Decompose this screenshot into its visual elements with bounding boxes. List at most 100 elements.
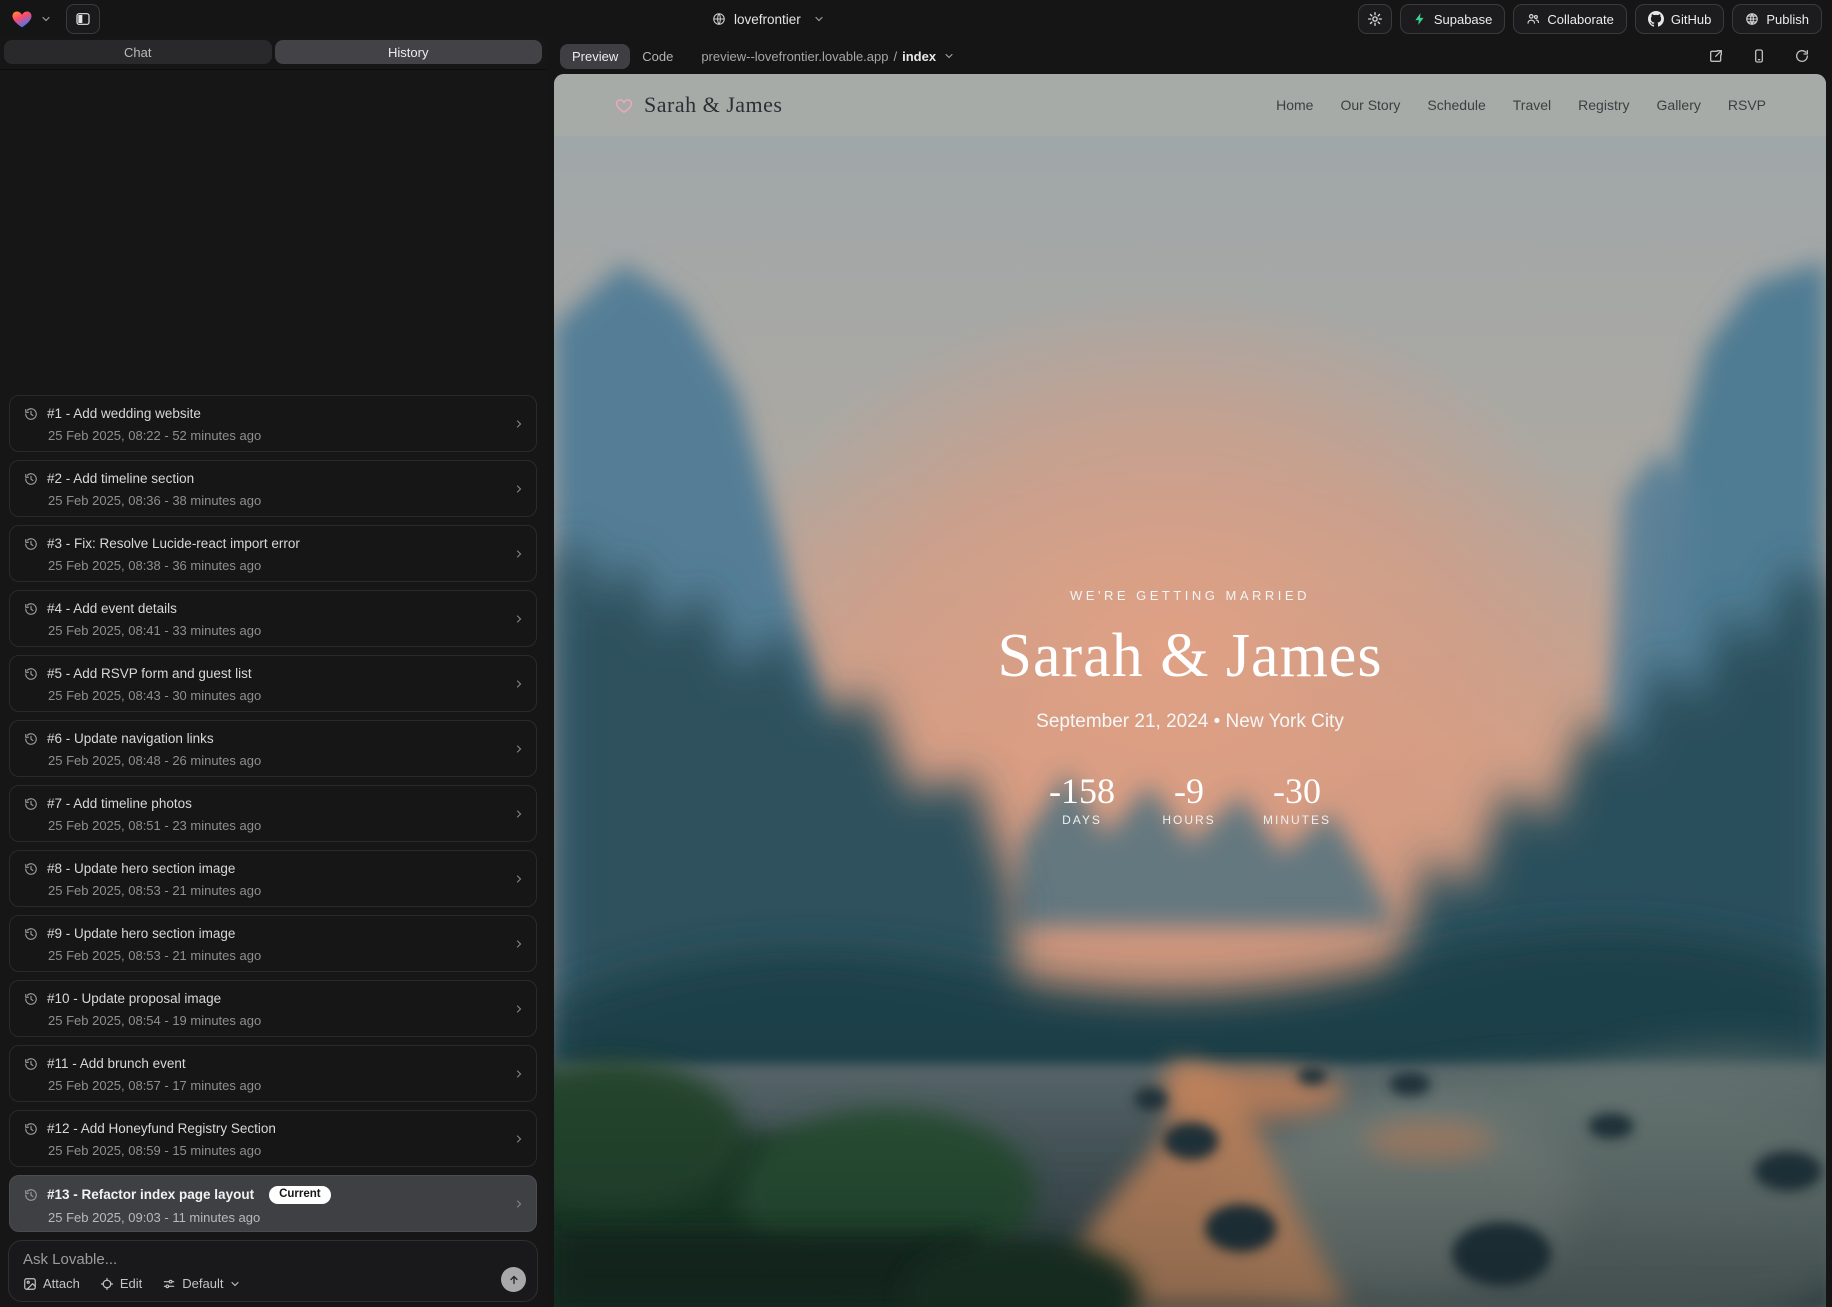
history-item-title: #1 - Add wedding website xyxy=(47,406,201,422)
chevron-right-icon xyxy=(513,483,525,495)
tab-preview[interactable]: Preview xyxy=(560,44,630,69)
chevron-right-icon xyxy=(513,808,525,820)
project-switcher[interactable]: lovefrontier xyxy=(712,0,825,38)
history-item-title: #6 - Update navigation links xyxy=(47,731,214,747)
chevron-right-icon xyxy=(513,418,525,430)
hero-title: Sarah & James xyxy=(554,625,1826,687)
history-item-timestamp: 25 Feb 2025, 08:48 - 26 minutes ago xyxy=(48,753,506,768)
mobile-icon[interactable] xyxy=(1751,48,1767,64)
external-link-icon[interactable] xyxy=(1708,48,1724,64)
url-separator: / xyxy=(893,49,897,64)
lovable-heart-icon[interactable] xyxy=(10,8,34,30)
settings-button[interactable] xyxy=(1358,4,1392,34)
supabase-button[interactable]: Supabase xyxy=(1400,4,1506,34)
history-icon xyxy=(24,537,38,551)
list-item[interactable]: #12 - Add Honeyfund Registry Section 25 … xyxy=(9,1110,537,1167)
ask-lovable-input[interactable] xyxy=(23,1251,473,1268)
history-item-title: #5 - Add RSVP form and guest list xyxy=(47,666,252,682)
history-item-timestamp: 25 Feb 2025, 08:53 - 21 minutes ago xyxy=(48,883,506,898)
attach-button[interactable]: Attach xyxy=(23,1276,80,1291)
tab-code[interactable]: Code xyxy=(630,44,685,69)
countdown-days-value: -158 xyxy=(1049,773,1115,809)
preview-frame: Sarah & James Home Our Story Schedule Tr… xyxy=(554,74,1826,1307)
publish-icon xyxy=(1745,12,1759,26)
refresh-icon[interactable] xyxy=(1794,48,1810,64)
history-icon xyxy=(24,472,38,486)
list-item[interactable]: #10 - Update proposal image 25 Feb 2025,… xyxy=(9,980,537,1037)
history-icon xyxy=(24,667,38,681)
nav-rsvp[interactable]: RSVP xyxy=(1728,97,1766,113)
history-item-title: #12 - Add Honeyfund Registry Section xyxy=(47,1121,276,1137)
supabase-icon xyxy=(1413,12,1427,26)
chat-history-panel: Chat History #1 - Add wedding website 25… xyxy=(0,38,546,1307)
github-button[interactable]: GitHub xyxy=(1635,4,1724,34)
nav-travel[interactable]: Travel xyxy=(1513,97,1551,113)
chevron-down-icon xyxy=(813,13,825,25)
history-icon xyxy=(24,407,38,421)
tab-history[interactable]: History xyxy=(275,40,543,64)
chevron-right-icon xyxy=(513,613,525,625)
tab-chat[interactable]: Chat xyxy=(4,40,272,64)
gear-icon xyxy=(1367,11,1383,27)
history-item-title: #11 - Add brunch event xyxy=(47,1056,186,1072)
chevron-right-icon xyxy=(513,548,525,560)
countdown-days: -158 DAYS xyxy=(1049,773,1115,827)
history-item-title: #9 - Update hero section image xyxy=(47,926,235,942)
list-item[interactable]: #1 - Add wedding website 25 Feb 2025, 08… xyxy=(9,395,537,452)
site-nav: Home Our Story Schedule Travel Registry … xyxy=(1276,97,1766,113)
publish-button[interactable]: Publish xyxy=(1732,4,1822,34)
list-item[interactable]: #6 - Update navigation links 25 Feb 2025… xyxy=(9,720,537,777)
preview-url[interactable]: preview--lovefrontier.lovable.app / inde… xyxy=(701,49,955,64)
hero-subtitle: September 21, 2024 • New York City xyxy=(554,711,1826,733)
mode-label: Default xyxy=(182,1276,223,1291)
countdown-hours-label: HOURS xyxy=(1157,813,1221,827)
list-item[interactable]: #11 - Add brunch event 25 Feb 2025, 08:5… xyxy=(9,1045,537,1102)
history-item-timestamp: 25 Feb 2025, 08:22 - 52 minutes ago xyxy=(48,428,506,443)
list-item[interactable]: #5 - Add RSVP form and guest list 25 Feb… xyxy=(9,655,537,712)
history-icon xyxy=(24,927,38,941)
nav-our-story[interactable]: Our Story xyxy=(1340,97,1400,113)
history-item-title: #4 - Add event details xyxy=(47,601,177,617)
history-item-timestamp: 25 Feb 2025, 08:57 - 17 minutes ago xyxy=(48,1078,506,1093)
nav-home[interactable]: Home xyxy=(1276,97,1313,113)
history-item-timestamp: 25 Feb 2025, 08:54 - 19 minutes ago xyxy=(48,1013,506,1028)
list-item[interactable]: #2 - Add timeline section 25 Feb 2025, 0… xyxy=(9,460,537,517)
list-item[interactable]: #3 - Fix: Resolve Lucide-react import er… xyxy=(9,525,537,582)
list-item-current[interactable]: #13 - Refactor index page layout Current… xyxy=(9,1175,537,1232)
nav-gallery[interactable]: Gallery xyxy=(1657,97,1701,113)
edit-button[interactable]: Edit xyxy=(100,1276,142,1291)
collaborate-button[interactable]: Collaborate xyxy=(1513,4,1627,34)
history-item-timestamp: 25 Feb 2025, 08:59 - 15 minutes ago xyxy=(48,1143,506,1158)
list-item[interactable]: #4 - Add event details 25 Feb 2025, 08:4… xyxy=(9,590,537,647)
chevron-down-icon xyxy=(943,50,955,62)
countdown-minutes-value: -30 xyxy=(1263,773,1331,809)
globe-icon xyxy=(712,12,726,26)
hero-section: WE'RE GETTING MARRIED Sarah & James Sept… xyxy=(554,136,1826,1307)
history-item-timestamp: 25 Feb 2025, 09:03 - 11 minutes ago xyxy=(48,1210,506,1225)
chevron-right-icon xyxy=(513,1003,525,1015)
history-icon xyxy=(24,1057,38,1071)
chevron-down-icon[interactable] xyxy=(40,13,52,25)
chevron-right-icon xyxy=(513,678,525,690)
history-item-title: #13 - Refactor index page layout xyxy=(47,1187,254,1203)
history-icon xyxy=(24,732,38,746)
history-icon xyxy=(24,602,38,616)
attach-icon xyxy=(23,1277,37,1291)
nav-registry[interactable]: Registry xyxy=(1578,97,1629,113)
list-item[interactable]: #8 - Update hero section image 25 Feb 20… xyxy=(9,850,537,907)
site-brand[interactable]: Sarah & James xyxy=(614,92,782,118)
panel-left-icon[interactable] xyxy=(66,4,100,34)
mode-select[interactable]: Default xyxy=(162,1276,241,1291)
history-icon xyxy=(24,1122,38,1136)
top-bar: lovefrontier Supabase xyxy=(0,0,1832,38)
send-button[interactable] xyxy=(501,1267,526,1292)
attach-label: Attach xyxy=(43,1276,80,1291)
history-item-timestamp: 25 Feb 2025, 08:43 - 30 minutes ago xyxy=(48,688,506,703)
nav-schedule[interactable]: Schedule xyxy=(1427,97,1485,113)
url-page: index xyxy=(902,49,936,64)
countdown-hours: -9 HOURS xyxy=(1157,773,1221,827)
list-item[interactable]: #9 - Update hero section image 25 Feb 20… xyxy=(9,915,537,972)
list-item[interactable]: #7 - Add timeline photos 25 Feb 2025, 08… xyxy=(9,785,537,842)
history-item-title: #2 - Add timeline section xyxy=(47,471,194,487)
project-name: lovefrontier xyxy=(734,12,801,27)
